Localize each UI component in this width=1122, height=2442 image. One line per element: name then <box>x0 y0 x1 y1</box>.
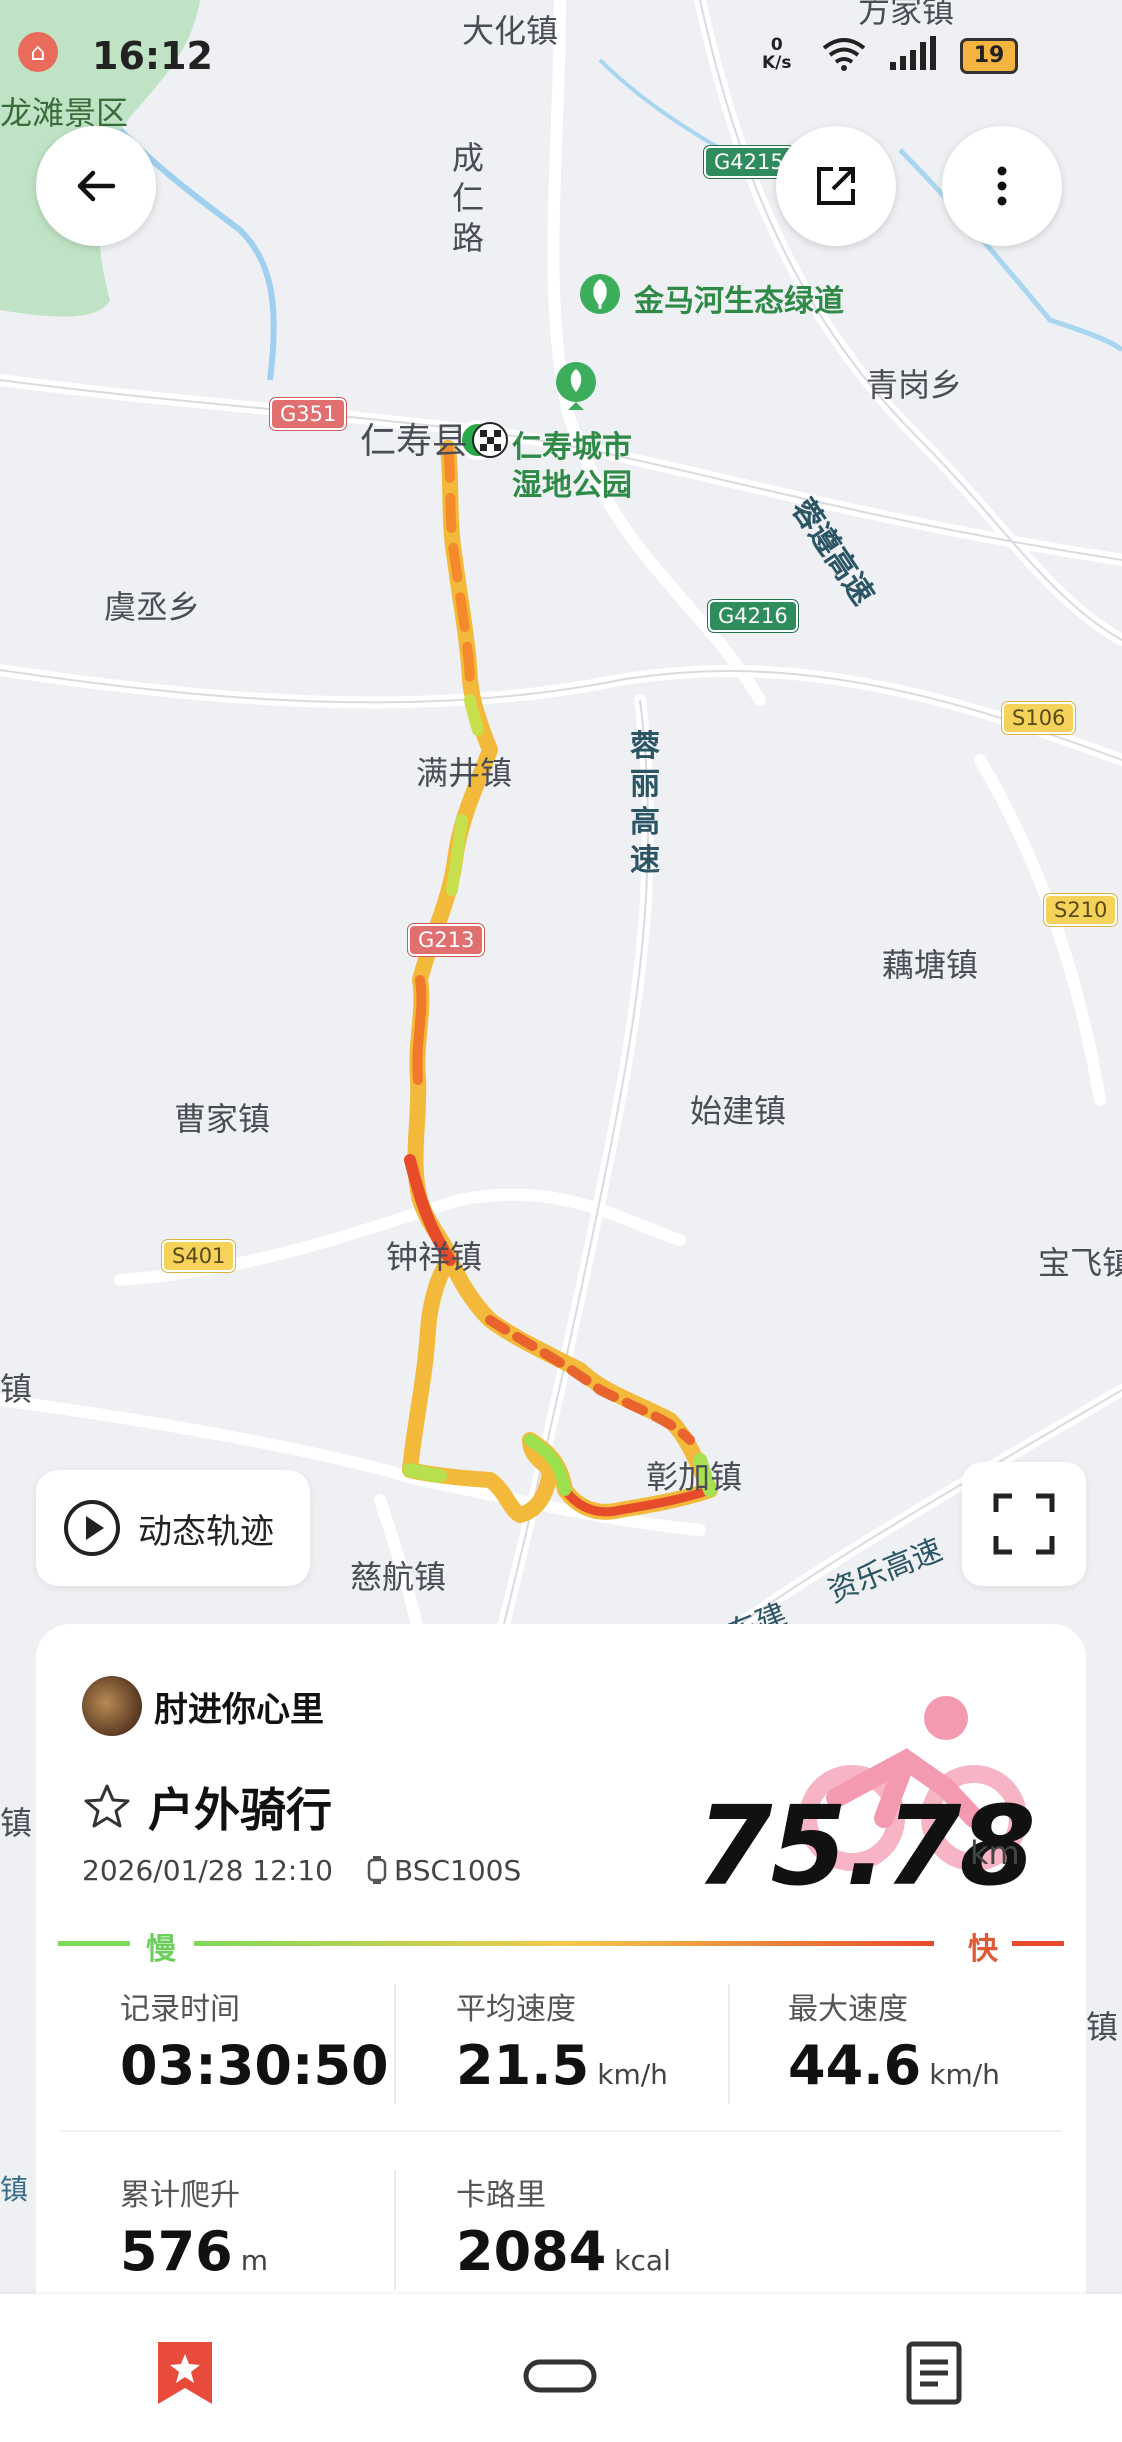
stat-label: 卡路里 <box>456 2178 546 2213</box>
status-time: 16:12 <box>92 34 213 78</box>
place-label: 钟祥镇 <box>386 1238 483 1276</box>
place-label: 虞丞乡 <box>104 588 201 626</box>
nav-bookmark[interactable] <box>154 2340 216 2410</box>
stat-unit: km/h <box>929 2058 1000 2091</box>
arrow-left-icon <box>77 170 116 202</box>
play-icon <box>64 1500 120 1556</box>
stat-unit: m <box>240 2244 269 2277</box>
stat-elevation: 累计爬升 576 m <box>120 2170 268 2283</box>
avatar[interactable] <box>82 1676 142 1736</box>
stat-label: 最大速度 <box>788 1992 908 2027</box>
activity-type: 户外骑行 <box>148 1783 332 1837</box>
activity-device: BSC100S <box>366 1854 521 1887</box>
playback-label: 动态轨迹 <box>138 1511 274 1552</box>
document-icon <box>906 2341 962 2405</box>
wifi-icon <box>822 38 866 71</box>
place-label: 镇 <box>0 1804 33 1842</box>
place-label: 青岗乡 <box>866 366 963 404</box>
stat-label: 记录时间 <box>120 1992 240 2027</box>
stat-value: 576 <box>120 2220 233 2283</box>
highway-shield: S401 <box>162 1240 236 1272</box>
fullscreen-button[interactable] <box>962 1462 1086 1586</box>
place-label: 慈航镇 <box>350 1558 447 1596</box>
stat-value: 2084 <box>456 2220 607 2283</box>
road-name: 成仁路 <box>452 139 485 257</box>
road-name: 蓉丽高速 <box>630 729 660 878</box>
place-label: 藕塘镇 <box>882 946 979 984</box>
place-label: 镇 <box>0 2173 29 2206</box>
net-speed-unit: K/s <box>762 53 792 73</box>
highway-shield: G351 <box>270 398 347 430</box>
nav-device[interactable] <box>522 2358 598 2398</box>
place-label: 始建镇 <box>690 1092 787 1130</box>
share-icon <box>817 167 855 205</box>
net-speed: 0 K/s <box>762 36 792 72</box>
divider <box>728 1984 730 2104</box>
highway-shield: G4216 <box>708 600 798 632</box>
place-label: 曹家镇 <box>174 1100 271 1138</box>
more-button[interactable] <box>942 126 1062 246</box>
place-label: 满井镇 <box>416 754 513 792</box>
watch-icon <box>367 1856 387 1884</box>
stat-value: 44.6 <box>788 2034 922 2097</box>
place-label: 镇 <box>0 1370 33 1408</box>
stat-duration: 记录时间 03:30:50 <box>120 1984 389 2097</box>
share-button[interactable] <box>776 126 896 246</box>
divider <box>394 2170 396 2290</box>
stat-max-speed: 最大速度 44.6 km/h <box>788 1984 1000 2097</box>
highway-shield: S210 <box>1044 894 1118 926</box>
place-label: 仁寿县 <box>360 421 469 462</box>
legend-fast: 快 <box>968 1932 998 1967</box>
poi-marker[interactable] <box>554 360 598 418</box>
more-vertical-icon <box>997 166 1007 206</box>
stat-unit: km/h <box>597 2058 668 2091</box>
activity-datetime: 2026/01/28 12:10 <box>82 1854 333 1887</box>
back-button[interactable] <box>36 126 156 246</box>
place-label: 镇 <box>1086 2008 1119 2046</box>
place-label: 方家镇 <box>858 0 955 30</box>
stat-label: 平均速度 <box>456 1992 576 2027</box>
stat-label: 累计爬升 <box>120 2178 240 2213</box>
distance-unit: km <box>970 1834 1020 1872</box>
highway-shield: G213 <box>408 924 485 956</box>
net-speed-value: 0 <box>770 35 783 55</box>
bookmark-star-icon <box>158 2342 212 2404</box>
device-name: BSC100S <box>394 1854 522 1887</box>
signal-icon <box>890 36 936 70</box>
star-icon[interactable] <box>82 1782 132 1832</box>
poi-label[interactable]: 湿地公园 <box>512 460 632 504</box>
signal-icons <box>820 34 950 81</box>
stat-value: 21.5 <box>456 2034 590 2097</box>
highway-shield: S106 <box>1002 702 1076 734</box>
legend-slow: 慢 <box>146 1932 176 1967</box>
stat-value: 03:30:50 <box>120 2034 389 2097</box>
place-label: 宝飞镇 <box>1038 1244 1122 1282</box>
activity-summary-card: 肘进你心里 户外骑行 2026/01/28 12:10 BSC100S 75.7… <box>36 1624 1086 2324</box>
device-icon <box>523 2359 597 2393</box>
map-pin-icon: ⌂ <box>18 32 58 72</box>
nav-document[interactable] <box>904 2340 964 2410</box>
poi-label[interactable]: 金马河生态绿道 <box>634 276 844 320</box>
poi-marker[interactable] <box>578 272 622 320</box>
stat-avg-speed: 平均速度 21.5 km/h <box>456 1984 668 2097</box>
speed-legend: 慢 快 <box>58 1924 1064 1967</box>
fullscreen-icon <box>993 1493 1055 1555</box>
place-label: 彰加镇 <box>646 1458 743 1496</box>
track-playback-button[interactable]: 动态轨迹 <box>36 1470 310 1586</box>
divider <box>60 2130 1062 2132</box>
divider <box>394 1984 396 2104</box>
battery-indicator: 19 <box>960 38 1018 74</box>
stat-calories: 卡路里 2084 kcal <box>456 2170 671 2283</box>
status-bar: ⌂ 16:12 0 K/s 19 <box>0 30 1122 90</box>
user-name[interactable]: 肘进你心里 <box>154 1682 324 1731</box>
bottom-navigation <box>0 2294 1122 2442</box>
stat-unit: kcal <box>614 2244 671 2277</box>
